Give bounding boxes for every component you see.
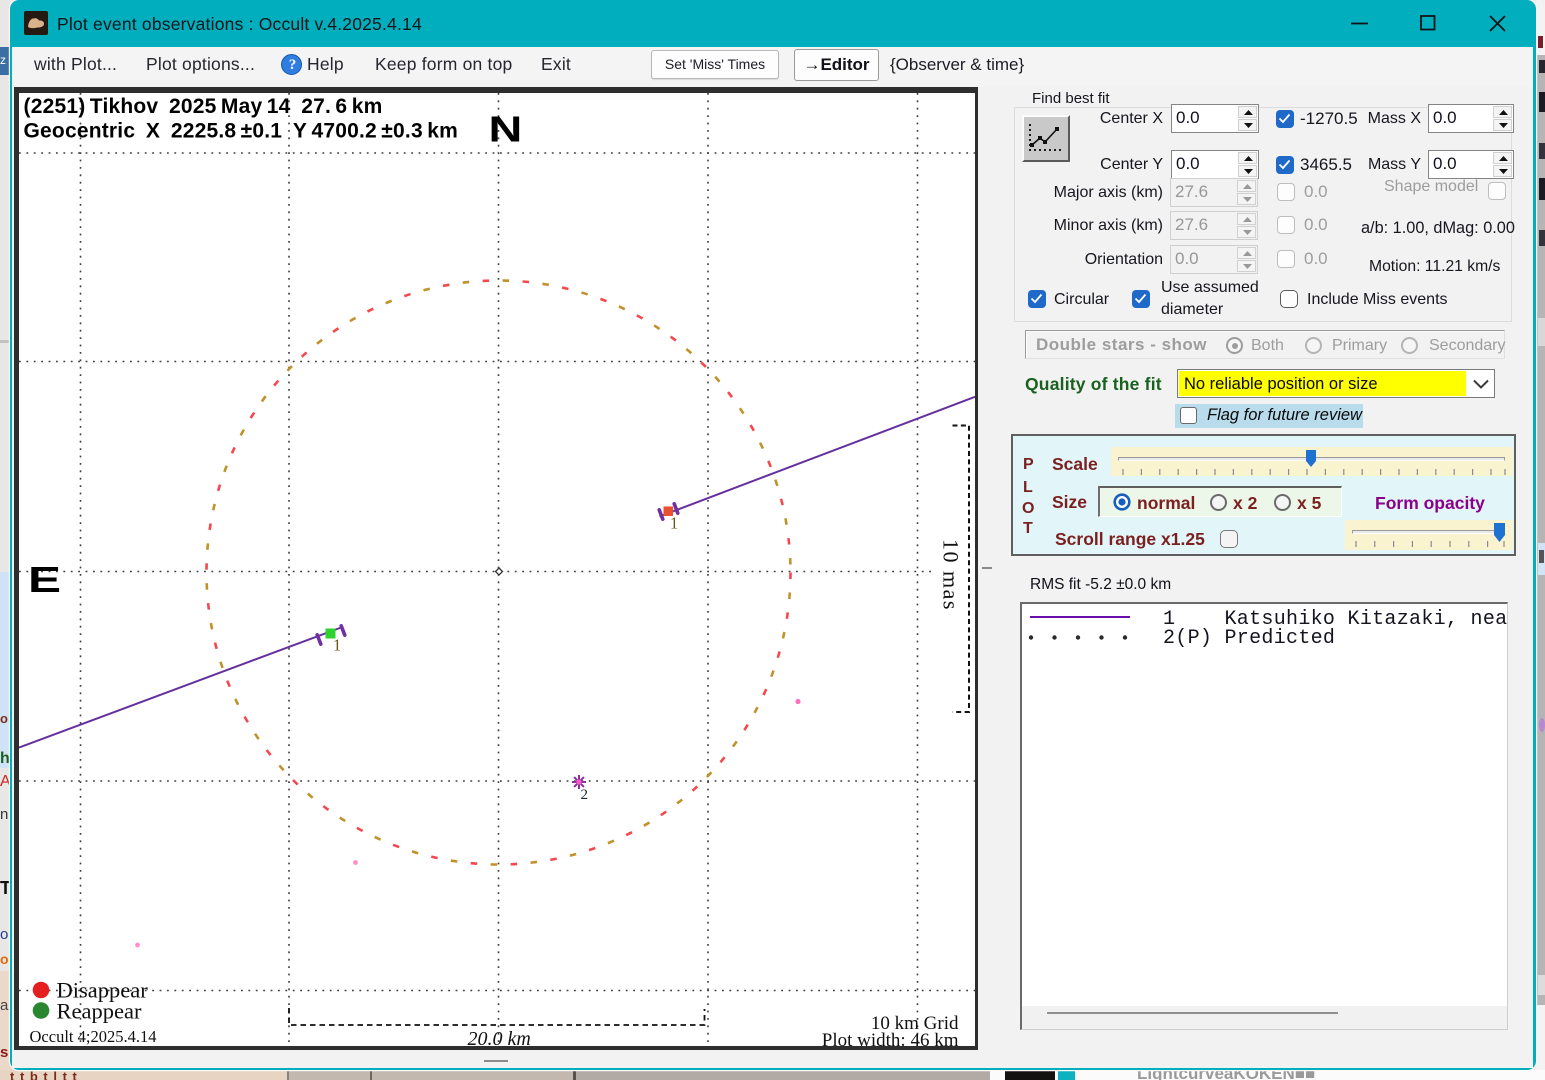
svg-text:E: E xyxy=(28,560,61,600)
svg-text:1: 1 xyxy=(333,636,341,655)
svg-text:20.0 km: 20.0 km xyxy=(467,1028,530,1046)
svg-text:10 mas: 10 mas xyxy=(938,539,963,611)
svg-text:N: N xyxy=(488,109,522,150)
svg-text:Geocentric X 2225.8 ±0.1 Y 470: Geocentric X 2225.8 ±0.1 Y 4700.2 ±0.3 k… xyxy=(23,120,458,143)
svg-text:(2251) Tikhov 2025 May 14 27.: (2251) Tikhov 2025 May 14 27. 6 km xyxy=(23,95,382,118)
svg-text:Plot width: 46 km: Plot width: 46 km xyxy=(821,1030,958,1046)
svg-text:2: 2 xyxy=(580,787,588,803)
svg-text:Reappear: Reappear xyxy=(56,999,141,1024)
svg-text:Occult 4;2025.4.14: Occult 4;2025.4.14 xyxy=(29,1027,156,1046)
svg-text:1: 1 xyxy=(670,514,678,533)
